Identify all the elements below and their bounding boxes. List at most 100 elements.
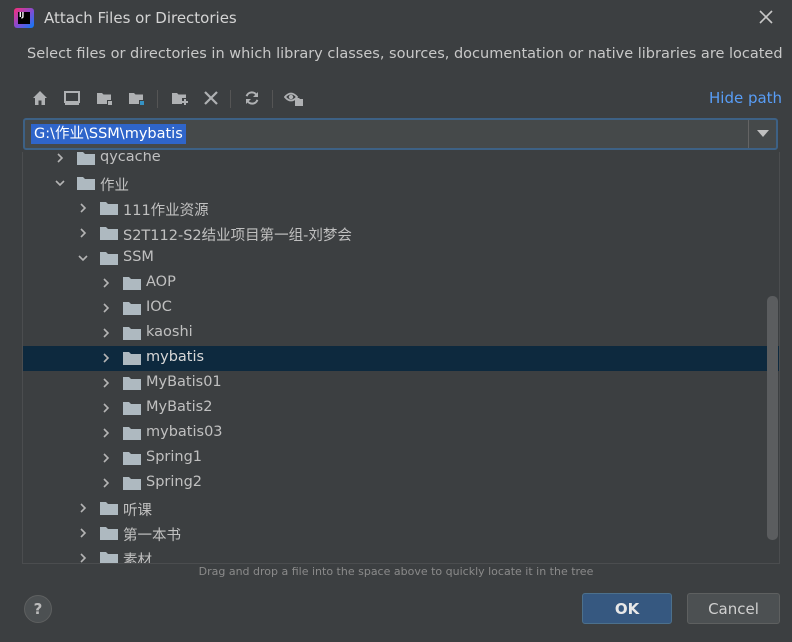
chevron-down-icon[interactable] xyxy=(77,252,89,264)
chevron-right-icon[interactable] xyxy=(100,427,112,439)
chevron-right-icon[interactable] xyxy=(77,202,89,214)
folder-icon xyxy=(100,502,118,515)
tree-item-label: 素材 xyxy=(123,553,152,564)
close-button[interactable] xyxy=(755,6,777,28)
tree-item-label: mybatis03 xyxy=(146,424,223,440)
toolbar-separator xyxy=(272,90,273,108)
path-dropdown-button[interactable] xyxy=(748,120,776,148)
folder-icon xyxy=(100,527,118,540)
tree-item[interactable]: 111作业资源 xyxy=(23,196,779,221)
close-icon xyxy=(759,10,773,24)
folder-icon xyxy=(123,277,141,290)
tree-item-label: qycache xyxy=(100,152,161,165)
ok-button[interactable]: OK xyxy=(582,593,672,624)
hide-path-link[interactable]: Hide path xyxy=(709,89,782,107)
toolbar xyxy=(22,84,782,114)
tree-item-label: SSM xyxy=(123,249,154,265)
chevron-right-icon[interactable] xyxy=(54,152,66,164)
tree-item-label: Spring2 xyxy=(146,474,203,490)
project-folder-button[interactable] xyxy=(92,84,118,112)
refresh-button[interactable] xyxy=(239,84,265,112)
tree-item[interactable]: SSM xyxy=(23,246,779,271)
tree-item[interactable]: S2T112-S2结业项目第一组-刘梦会 xyxy=(23,221,779,246)
chevron-right-icon[interactable] xyxy=(100,377,112,389)
folder-icon xyxy=(100,552,118,563)
folder-icon xyxy=(123,327,141,340)
folder-icon xyxy=(123,477,141,490)
window-title: Attach Files or Directories xyxy=(44,9,237,27)
tree-item[interactable]: 听课 xyxy=(23,496,779,521)
chevron-right-icon[interactable] xyxy=(100,452,112,464)
desktop-icon xyxy=(64,91,80,105)
chevron-right-icon[interactable] xyxy=(100,327,112,339)
tree-item[interactable]: kaoshi xyxy=(23,321,779,346)
tree-item-label: kaoshi xyxy=(146,324,193,340)
chevron-right-icon[interactable] xyxy=(77,227,89,239)
chevron-right-icon[interactable] xyxy=(100,302,112,314)
chevron-right-icon[interactable] xyxy=(100,477,112,489)
tree-item[interactable]: 素材 xyxy=(23,546,779,564)
folder-icon xyxy=(100,227,118,240)
chevron-right-icon[interactable] xyxy=(77,527,89,539)
folder-icon xyxy=(123,452,141,465)
chevron-right-icon[interactable] xyxy=(100,352,112,364)
tree-item-label: 作业 xyxy=(100,178,129,194)
folder-icon xyxy=(123,402,141,415)
delete-button[interactable] xyxy=(198,84,224,112)
tree-item-label: AOP xyxy=(146,274,176,290)
tree-item[interactable]: MyBatis2 xyxy=(23,396,779,421)
folder-icon xyxy=(123,377,141,390)
refresh-icon xyxy=(245,91,259,105)
tree-scrollbar[interactable] xyxy=(767,296,778,540)
new-folder-button[interactable] xyxy=(167,84,193,112)
tree-item[interactable]: AOP xyxy=(23,271,779,296)
tree-item-label: mybatis xyxy=(146,349,205,365)
tree-item[interactable]: qycache xyxy=(23,152,779,171)
path-input[interactable]: G:\作业\SSM\mybatis xyxy=(23,118,778,150)
chevron-right-icon[interactable] xyxy=(77,552,89,564)
dialog-description: Select files or directories in which lib… xyxy=(27,46,783,62)
folder-icon xyxy=(123,302,141,315)
folder-icon xyxy=(100,252,118,265)
tree-item[interactable]: MyBatis01 xyxy=(23,371,779,396)
chevron-right-icon[interactable] xyxy=(100,277,112,289)
path-input-value[interactable]: G:\作业\SSM\mybatis xyxy=(31,124,186,144)
module-folder-button[interactable] xyxy=(124,84,150,112)
tree-item-label: 听课 xyxy=(123,503,152,519)
tree-item[interactable]: IOC xyxy=(23,296,779,321)
delete-icon xyxy=(204,91,218,105)
tree-item[interactable]: 作业 xyxy=(23,171,779,196)
tree-item[interactable]: Spring2 xyxy=(23,471,779,496)
chevron-right-icon[interactable] xyxy=(100,402,112,414)
project-folder-icon xyxy=(97,93,113,106)
tree-item[interactable]: Spring1 xyxy=(23,446,779,471)
toolbar-separator xyxy=(230,90,231,108)
chevron-down-icon xyxy=(756,130,769,137)
folder-icon xyxy=(100,202,118,215)
home-button[interactable] xyxy=(27,84,53,112)
desktop-button[interactable] xyxy=(59,84,85,112)
tree-item[interactable]: mybatis xyxy=(23,346,779,371)
chevron-down-icon[interactable] xyxy=(54,177,66,189)
show-hidden-button[interactable] xyxy=(281,84,307,112)
intellij-icon: IJ xyxy=(14,8,34,28)
tree-item[interactable]: mybatis03 xyxy=(23,421,779,446)
help-button[interactable]: ? xyxy=(24,595,52,623)
toolbar-separator xyxy=(157,90,158,108)
chevron-right-icon[interactable] xyxy=(77,502,89,514)
tree-item-label: MyBatis2 xyxy=(146,399,213,415)
folder-icon xyxy=(123,427,141,440)
tree-item-label: 111作业资源 xyxy=(123,203,209,219)
cancel-button[interactable]: Cancel xyxy=(687,593,780,624)
module-folder-icon xyxy=(129,93,145,106)
show-hidden-icon xyxy=(284,92,303,106)
tree-item-label: S2T112-S2结业项目第一组-刘梦会 xyxy=(123,228,352,244)
home-icon xyxy=(33,91,47,105)
new-folder-icon xyxy=(172,93,188,106)
tree-item-label: MyBatis01 xyxy=(146,374,222,390)
tree-item[interactable]: 第一本书 xyxy=(23,521,779,546)
folder-icon xyxy=(123,352,141,365)
folder-icon xyxy=(77,152,95,165)
file-tree[interactable]: qycache 作业 111作业资源 S2T112-S2结业项目第一组-刘梦会 SSM A… xyxy=(22,152,780,564)
folder-icon xyxy=(77,177,95,190)
